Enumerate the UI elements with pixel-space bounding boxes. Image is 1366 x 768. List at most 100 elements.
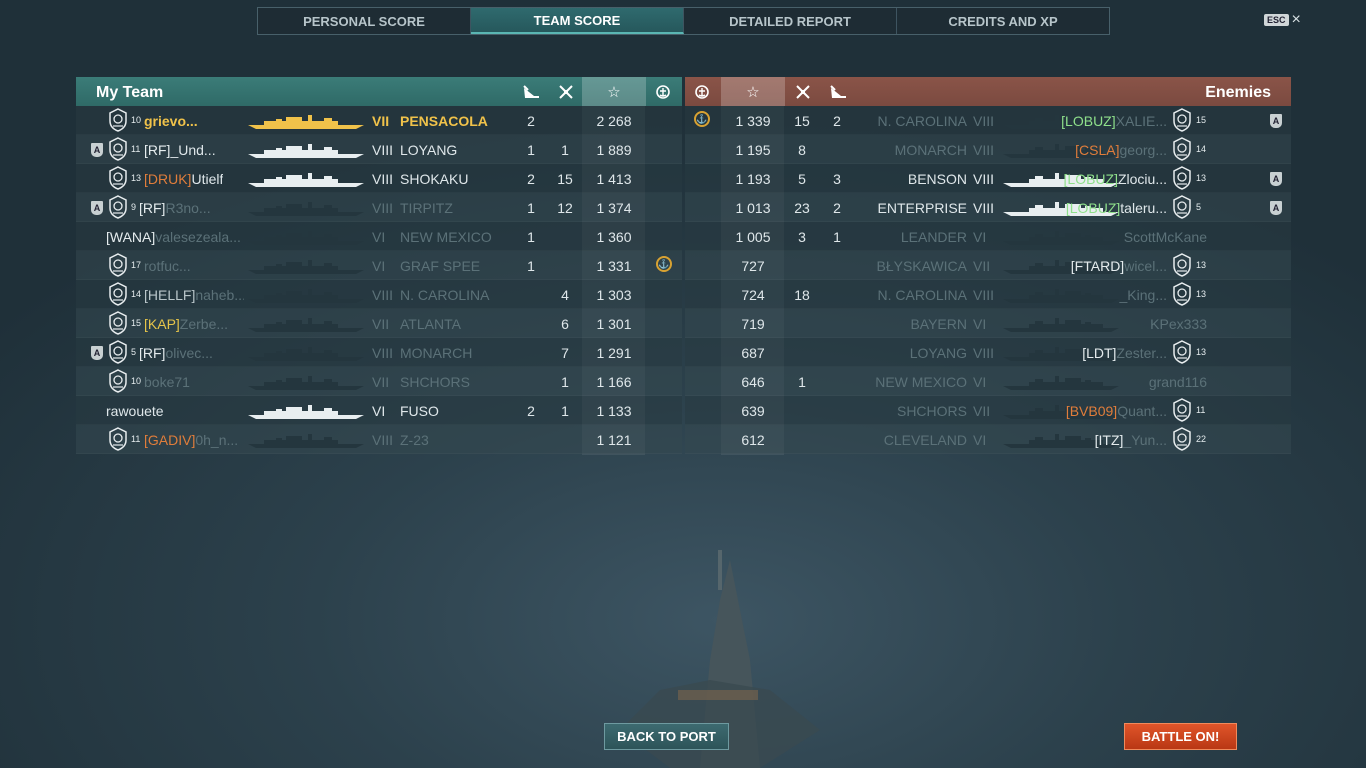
player-name: _Yun... xyxy=(1123,432,1167,448)
anchor-medal-icon: ⚓ xyxy=(656,256,672,272)
ship-tier: VIII xyxy=(372,432,394,448)
table-row[interactable]: 1 005 3 1 LEANDER VI ScottMcKane xyxy=(685,222,1291,251)
division-badge: A xyxy=(91,201,103,215)
ship-silhouette-icon xyxy=(246,230,366,246)
ship-name: SHCHORS xyxy=(896,403,967,419)
service-record-emblem-icon xyxy=(107,427,129,451)
player-name: boke71 xyxy=(144,374,190,390)
table-row[interactable]: rawouete VI FUSO 2 1 1 133 xyxy=(76,396,682,425)
table-row[interactable]: 10 boke71 VII SHCHORS 1 1 166 xyxy=(76,367,682,396)
division-badge: A xyxy=(91,346,103,360)
table-row[interactable]: ⚓ 1 339 15 2 N. CAROLINA VIII [LOBUZ]XALIE... 1… xyxy=(685,106,1291,135)
ship-kill-icon[interactable] xyxy=(551,77,581,106)
star-icon[interactable]: ☆ xyxy=(582,77,646,106)
table-row[interactable]: 1 193 5 3 BENSON VIII [LOBUZ]Zlociu... 13 A xyxy=(685,164,1291,193)
table-row[interactable]: 639 SHCHORS VII [BVB09]Quant... 11 xyxy=(685,396,1291,425)
table-row[interactable]: 17 rotfuc... VI GRAF SPEE 1 1 331 ⚓ xyxy=(76,251,682,280)
torpedo-hit-icon[interactable] xyxy=(823,77,853,106)
base-capture-icon[interactable] xyxy=(648,77,678,106)
table-row[interactable]: 612 CLEVELAND VI [ITZ]_Yun... 22 xyxy=(685,425,1291,454)
score-value: 1 339 xyxy=(735,113,771,129)
close-icon[interactable]: × xyxy=(1292,12,1301,28)
ship-tier: VI xyxy=(372,229,386,245)
service-record-emblem-icon xyxy=(107,108,129,132)
clan-tag: [RF] xyxy=(139,200,166,216)
score-value: 612 xyxy=(741,432,765,448)
base-capture-icon[interactable] xyxy=(687,77,717,106)
ship-kill-icon[interactable] xyxy=(788,77,818,106)
player-name-cell: boke71 xyxy=(144,374,190,390)
player-name-cell: [CSLA]georg... xyxy=(1075,142,1167,158)
ship-name: N. CAROLINA xyxy=(400,287,490,303)
player-rank: 11 xyxy=(1196,405,1206,415)
kills-value: 1 xyxy=(561,142,569,158)
ship-name: TIRPITZ xyxy=(400,200,453,216)
table-row[interactable]: 1 195 8 MONARCH VIII [CSLA]georg... 14 xyxy=(685,135,1291,164)
ship-silhouette-icon xyxy=(246,346,366,362)
table-row[interactable]: A 5 [RF]olivec... VIII MONARCH 7 1 291 xyxy=(76,338,682,367)
table-row[interactable]: 719 BAYERN VI KPex333 xyxy=(685,309,1291,338)
ship-name: GRAF SPEE xyxy=(400,258,481,274)
star-icon[interactable]: ☆ xyxy=(721,77,785,106)
clan-tag: [DRUK] xyxy=(144,171,192,187)
table-row[interactable]: 11 [GADIV]0h_n... VIII Z-23 1 121 xyxy=(76,425,682,454)
kills-value: 5 xyxy=(798,171,806,187)
table-row[interactable]: A 9 [RF]R3no... VIII TIRPITZ 1 12 1 374 xyxy=(76,193,682,222)
player-rank: 13 xyxy=(1196,260,1207,270)
service-record-emblem-icon xyxy=(107,369,129,393)
score-value: 727 xyxy=(741,258,765,274)
ship-silhouette-icon xyxy=(246,375,366,391)
service-record-emblem-icon xyxy=(1171,427,1193,451)
ship-silhouette-icon xyxy=(1001,375,1121,391)
my-team-title: My Team xyxy=(96,84,164,101)
ship-silhouette-icon xyxy=(246,404,366,420)
player-name-cell: [LDT]Zester... xyxy=(1082,345,1167,361)
table-row[interactable]: 724 18 N. CAROLINA VIII _King... 13 xyxy=(685,280,1291,309)
clan-tag: [LOBUZ] xyxy=(1063,171,1118,187)
service-record-emblem-icon xyxy=(107,195,129,219)
ship-silhouette-icon xyxy=(246,317,366,333)
torpedo-hits-value: 1 xyxy=(527,200,535,216)
table-row[interactable]: 14 [HELLF]naheb... VIII N. CAROLINA 4 1 303 xyxy=(76,280,682,309)
table-row[interactable]: 10 grievo... VII PENSACOLA 2 2 268 xyxy=(76,106,682,135)
ship-name: BENSON xyxy=(907,171,967,187)
kills-value: 6 xyxy=(561,316,569,332)
table-row[interactable]: 15 [KAP]Zerbe... VII ATLANTA 6 1 301 xyxy=(76,309,682,338)
table-row[interactable]: 1 013 23 2 ENTERPRISE VIII [LOBUZ]taleru... 5 A xyxy=(685,193,1291,222)
player-name: Zester... xyxy=(1116,345,1167,361)
score-value: 1 374 xyxy=(596,200,632,216)
table-row[interactable]: 13 [DRUK]Utielf VIII SHOKAKU 2 15 1 413 xyxy=(76,164,682,193)
ship-name: Z-23 xyxy=(400,432,429,448)
enemies-list: ⚓ 1 339 15 2 N. CAROLINA VIII [LOBUZ]XALIE... 1… xyxy=(685,106,1291,454)
clan-tag: [BVB09] xyxy=(1065,403,1118,419)
tab-credits-and-xp[interactable]: CREDITS AND XP xyxy=(897,8,1109,34)
my-team-list: 10 grievo... VII PENSACOLA 2 2 268 A 11 [RF]_Und… xyxy=(76,106,682,454)
kills-value: 15 xyxy=(557,171,573,187)
player-name: Quant... xyxy=(1117,403,1167,419)
player-name-cell: [KAP]Zerbe... xyxy=(144,316,228,332)
battle-on-button[interactable]: BATTLE ON! xyxy=(1124,723,1237,750)
table-row[interactable]: A 11 [RF]_Und... VIII LOYANG 1 1 1 889 xyxy=(76,135,682,164)
tab-detailed-report[interactable]: DETAILED REPORT xyxy=(684,8,897,34)
ship-tier: VI xyxy=(372,258,386,274)
ship-tier: VI xyxy=(973,229,987,245)
clan-tag: [LOBUZ] xyxy=(1061,113,1116,129)
score-value: 1 303 xyxy=(596,287,632,303)
service-record-emblem-icon xyxy=(1171,137,1193,161)
player-name: Zlociu... xyxy=(1117,171,1167,187)
table-row[interactable]: 727 BŁYSKAWICA VII [FTARD]wicel... 13 xyxy=(685,251,1291,280)
tab-team-score[interactable]: TEAM SCORE xyxy=(471,8,684,34)
close-control[interactable]: ESC × xyxy=(1264,12,1301,28)
ship-tier: VIII xyxy=(973,113,995,129)
table-row[interactable]: 646 1 NEW MEXICO VI grand116 xyxy=(685,367,1291,396)
player-name-cell: [ITZ]_Yun... xyxy=(1095,432,1167,448)
kills-value: 18 xyxy=(794,287,810,303)
tab-personal-score[interactable]: PERSONAL SCORE xyxy=(258,8,471,34)
torpedo-hit-icon[interactable] xyxy=(516,77,546,106)
table-row[interactable]: [WANA]valesezeala... VI NEW MEXICO 1 1 360 xyxy=(76,222,682,251)
score-value: 2 268 xyxy=(596,113,632,129)
ship-name: MONARCH xyxy=(400,345,473,361)
table-row[interactable]: 687 LOYANG VIII [LDT]Zester... 13 xyxy=(685,338,1291,367)
player-rank: 13 xyxy=(131,173,142,183)
back-to-port-button[interactable]: BACK TO PORT xyxy=(604,723,729,750)
